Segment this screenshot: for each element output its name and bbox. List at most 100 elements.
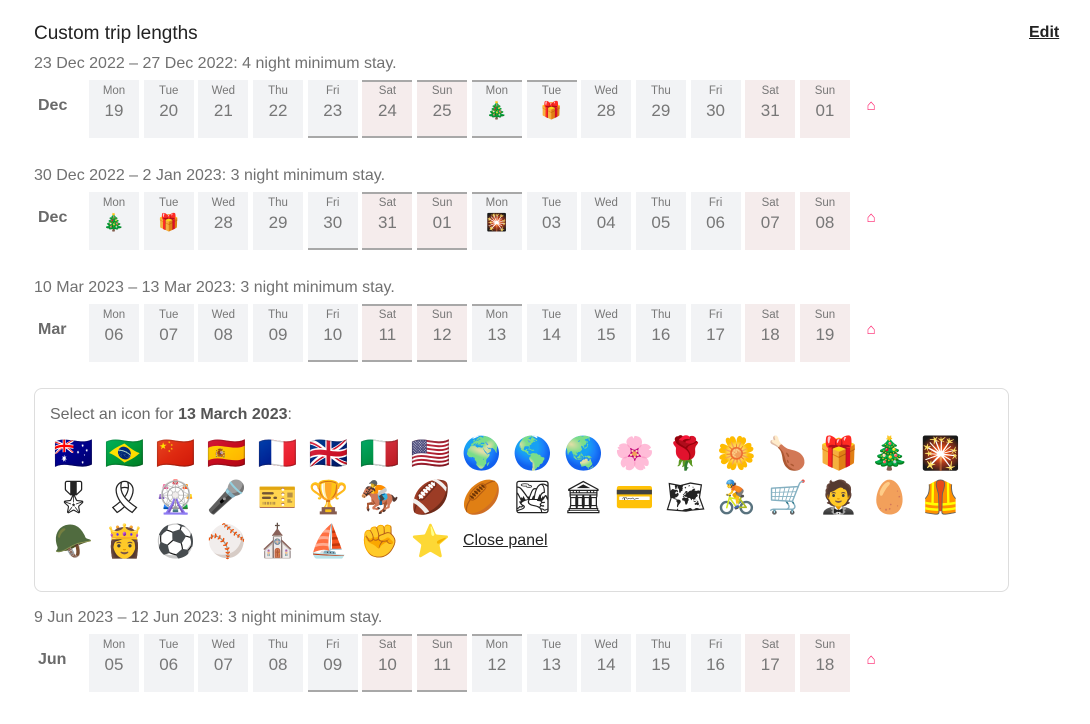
day-cell[interactable]: Sat 17 [745, 634, 796, 692]
flag-usa-icon[interactable]: 🇺🇸 [410, 431, 451, 475]
soccer-ball-icon[interactable]: ⚽ [155, 519, 196, 563]
day-cell[interactable]: Sun 01 [417, 192, 468, 250]
day-cell[interactable]: Thu 08 [253, 634, 304, 692]
day-cell[interactable]: Tue 03 [526, 192, 577, 250]
baseball-icon[interactable]: ⚾ [206, 519, 247, 563]
globe-asia-icon[interactable]: 🌏 [563, 431, 604, 475]
day-cell[interactable]: Thu 22 [253, 80, 304, 138]
world-map-icon[interactable]: 🗺 [665, 475, 706, 519]
day-cell[interactable]: Sun 18 [799, 634, 850, 692]
day-cell[interactable]: Sat 31 [745, 80, 796, 138]
day-cell[interactable]: Tue 06 [143, 634, 194, 692]
day-cell[interactable]: Fri 06 [690, 192, 741, 250]
edit-button[interactable]: Edit [1029, 24, 1059, 42]
day-cell[interactable]: Mon 🎄 [471, 80, 522, 138]
flag-uk-icon[interactable]: 🇬🇧 [308, 431, 349, 475]
day-cell[interactable]: Sat 11 [362, 304, 413, 362]
close-panel-link[interactable]: Close panel [463, 532, 548, 550]
horse-racing-icon[interactable]: 🏇 [359, 475, 400, 519]
globe-europe-africa-icon[interactable]: 🌍 [461, 431, 502, 475]
day-cell[interactable]: Thu 15 [635, 634, 686, 692]
day-cell[interactable]: Tue 13 [526, 634, 577, 692]
rose-icon[interactable]: 🌹 [665, 431, 706, 475]
safety-vest-icon[interactable]: 🦺 [920, 475, 961, 519]
military-medal-icon[interactable]: 🎖 [53, 475, 94, 519]
classical-building-icon[interactable]: 🏛 [563, 475, 604, 519]
gift-icon[interactable]: 🎁 [818, 431, 859, 475]
princess-icon[interactable]: 👸 [104, 519, 145, 563]
day-cell[interactable]: Sun 08 [799, 192, 850, 250]
drumstick-icon[interactable]: 🍗 [767, 431, 808, 475]
day-cell[interactable]: Thu 05 [635, 192, 686, 250]
day-cell[interactable]: Fri 17 [690, 304, 741, 362]
day-cell[interactable]: Tue 🎁 [143, 192, 194, 250]
day-cell[interactable]: Thu 09 [253, 304, 304, 362]
flag-brazil-icon[interactable]: 🇧🇷 [104, 431, 145, 475]
sparkler-icon[interactable]: 🎇 [920, 431, 961, 475]
ticket-icon[interactable]: 🎫 [257, 475, 298, 519]
day-cell[interactable]: Mon 06 [89, 304, 139, 362]
day-cell[interactable]: Mon 13 [471, 304, 522, 362]
flag-spain-icon[interactable]: 🇪🇸 [206, 431, 247, 475]
rugby-football-icon[interactable]: 🏉 [461, 475, 502, 519]
church-icon[interactable]: ⛪ [257, 519, 298, 563]
day-cell[interactable]: Fri 30 [307, 192, 358, 250]
flag-italy-icon[interactable]: 🇮🇹 [359, 431, 400, 475]
day-cell[interactable]: Sun 12 [417, 304, 468, 362]
cherry-blossom-icon[interactable]: 🌸 [614, 431, 655, 475]
day-cell[interactable]: Wed 14 [581, 634, 632, 692]
day-cell[interactable]: Wed 28 [198, 192, 249, 250]
sailboat-icon[interactable]: ⛵ [308, 519, 349, 563]
day-cell[interactable]: Fri 09 [307, 634, 358, 692]
day-cell[interactable]: Sun 11 [417, 634, 468, 692]
american-football-icon[interactable]: 🏈 [410, 475, 451, 519]
egg-icon[interactable]: 🥚 [869, 475, 910, 519]
day-cell[interactable]: Thu 29 [253, 192, 304, 250]
day-cell[interactable]: Sat 24 [362, 80, 413, 138]
christmas-tree-icon[interactable]: 🎄 [869, 431, 910, 475]
day-cell[interactable]: Sun 25 [417, 80, 468, 138]
day-cell[interactable]: Mon 19 [89, 80, 139, 138]
day-cell[interactable]: Mon 12 [471, 634, 522, 692]
home-icon[interactable]: ⌂ [867, 321, 876, 338]
day-cell[interactable]: Sat 07 [745, 192, 796, 250]
shopping-cart-icon[interactable]: 🛒 [767, 475, 808, 519]
day-cell[interactable]: Wed 04 [581, 192, 632, 250]
day-cell[interactable]: Wed 21 [198, 80, 249, 138]
day-cell[interactable]: Thu 16 [635, 304, 686, 362]
day-cell[interactable]: Sat 18 [745, 304, 796, 362]
day-cell[interactable]: Mon 05 [89, 634, 139, 692]
blossom-icon[interactable]: 🌼 [716, 431, 757, 475]
flag-australia-icon[interactable]: 🇦🇺 [53, 431, 94, 475]
day-cell[interactable]: Sun 01 [799, 80, 850, 138]
star-icon[interactable]: ⭐ [410, 519, 451, 563]
day-cell[interactable]: Thu 29 [635, 80, 686, 138]
trophy-icon[interactable]: 🏆 [308, 475, 349, 519]
day-cell[interactable]: Wed 07 [198, 634, 249, 692]
day-cell[interactable]: Mon 🎇 [471, 192, 522, 250]
military-helmet-icon[interactable]: 🪖 [53, 519, 94, 563]
day-cell[interactable]: Wed 28 [581, 80, 632, 138]
microphone-icon[interactable]: 🎤 [206, 475, 247, 519]
day-cell[interactable]: Fri 23 [307, 80, 358, 138]
day-cell[interactable]: Sun 19 [799, 304, 850, 362]
day-cell[interactable]: Wed 08 [198, 304, 249, 362]
day-cell[interactable]: Mon 🎄 [89, 192, 139, 250]
day-cell[interactable]: Tue 14 [526, 304, 577, 362]
raised-fist-icon[interactable]: ✊ [359, 519, 400, 563]
home-icon[interactable]: ⌂ [867, 651, 876, 668]
day-cell[interactable]: Sat 31 [362, 192, 413, 250]
home-icon[interactable]: ⌂ [867, 97, 876, 114]
ribbon-icon[interactable]: 🎗 [104, 475, 145, 519]
globe-americas-icon[interactable]: 🌎 [512, 431, 553, 475]
day-cell[interactable]: Tue 07 [143, 304, 194, 362]
credit-card-icon[interactable]: 💳 [614, 475, 655, 519]
day-cell[interactable]: Fri 30 [690, 80, 741, 138]
bicyclist-icon[interactable]: 🚴 [716, 475, 757, 519]
person-icon[interactable]: 🤵 [818, 475, 859, 519]
ferris-wheel-icon[interactable]: 🎡 [155, 475, 196, 519]
day-cell[interactable]: Fri 16 [690, 634, 741, 692]
flag-france-icon[interactable]: 🇫🇷 [257, 431, 298, 475]
home-icon[interactable]: ⌂ [867, 209, 876, 226]
day-cell[interactable]: Sat 10 [362, 634, 413, 692]
